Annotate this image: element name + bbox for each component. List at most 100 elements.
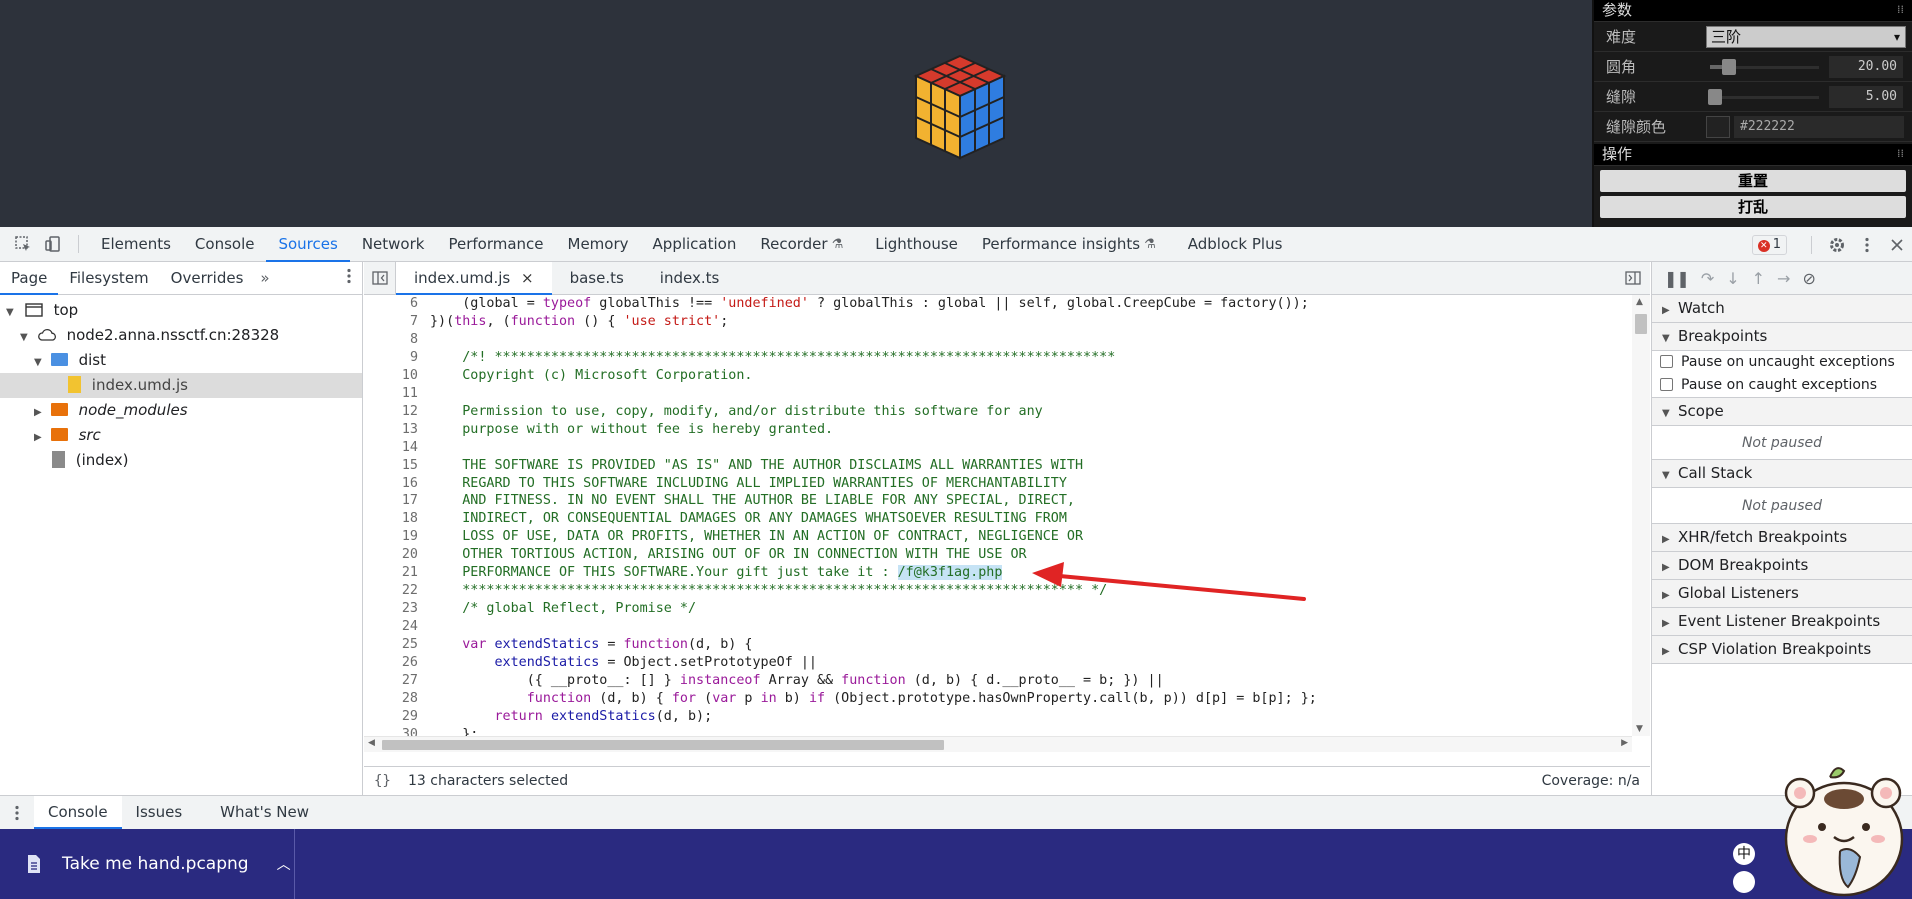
code-line[interactable]: THE SOFTWARE IS PROVIDED "AS IS" AND THE…: [430, 458, 1083, 473]
code-line[interactable]: PERFORMANCE OF THIS SOFTWARE.Your gift j…: [430, 565, 1003, 581]
section-breakpoints[interactable]: ▼ Breakpoints: [1652, 323, 1912, 351]
gap-input[interactable]: 5.00: [1829, 85, 1903, 108]
tray-mascot-icon[interactable]: [1733, 871, 1755, 893]
devtools-tab-sources[interactable]: Sources: [266, 227, 350, 262]
line-number[interactable]: 23: [364, 601, 418, 616]
download-item[interactable]: Take me hand.pcapng ︿: [0, 829, 295, 899]
expand-triangle-icon[interactable]: ▶: [34, 425, 46, 450]
line-number[interactable]: 7: [364, 314, 418, 329]
difficulty-select[interactable]: 三阶: [1706, 25, 1906, 48]
code-line[interactable]: Permission to use, copy, modify, and/or …: [430, 404, 1042, 419]
line-number[interactable]: 28: [364, 691, 418, 706]
drawer-tab-issues[interactable]: Issues: [122, 796, 197, 829]
settings-gear-icon[interactable]: [1822, 230, 1852, 260]
devtools-tab-network[interactable]: Network: [350, 227, 437, 262]
code-line[interactable]: purpose with or without fee is hereby gr…: [430, 422, 833, 437]
toggle-debugger-icon[interactable]: [1616, 262, 1650, 295]
devtools-tab-elements[interactable]: Elements: [89, 227, 183, 262]
tab-page[interactable]: Page: [0, 262, 59, 295]
code-line[interactable]: ({ __proto__: [] } instanceof Array && f…: [430, 673, 1164, 688]
devtools-tab-console[interactable]: Console: [183, 227, 267, 262]
tree-item-domain[interactable]: ▼ node2.anna.nssctf.cn:28328: [0, 323, 362, 348]
pause-caught-checkbox[interactable]: Pause on caught exceptions: [1652, 374, 1912, 398]
line-number[interactable]: 8: [364, 332, 418, 347]
line-number[interactable]: 22: [364, 583, 418, 598]
line-number[interactable]: 21: [364, 565, 418, 580]
line-number[interactable]: 29: [364, 709, 418, 724]
navigator-menu-icon[interactable]: [346, 268, 352, 288]
pause-icon[interactable]: ❚❚: [1664, 269, 1690, 288]
code-line[interactable]: (global = typeof globalThis !== 'undefin…: [430, 296, 1309, 311]
gap-color-swatch[interactable]: [1706, 115, 1730, 138]
code-line[interactable]: INDIRECT, OR CONSEQUENTIAL DAMAGES OR AN…: [430, 511, 1067, 526]
drawer-menu-icon[interactable]: [0, 805, 34, 821]
line-number[interactable]: 30: [364, 727, 418, 736]
gap-slider[interactable]: [1706, 87, 1823, 107]
ime-indicator[interactable]: 中: [1733, 843, 1755, 865]
gap-color-input[interactable]: #222222: [1734, 115, 1904, 138]
section-watch[interactable]: ▶ Watch: [1652, 295, 1912, 323]
expand-triangle-icon[interactable]: ▼: [34, 350, 46, 375]
line-number[interactable]: 25: [364, 637, 418, 652]
checkbox-box[interactable]: [1660, 378, 1673, 391]
code-line[interactable]: /*! ************************************…: [430, 350, 1115, 365]
devtools-tab-performance-insights[interactable]: Performance insights: [970, 227, 1154, 262]
line-number[interactable]: 15: [364, 458, 418, 473]
step-out-icon[interactable]: ↑: [1752, 269, 1765, 288]
device-toolbar-icon[interactable]: [38, 229, 68, 259]
code-area[interactable]: 6 (global = typeof globalThis !== 'undef…: [364, 295, 1632, 736]
code-line[interactable]: Copyright (c) Microsoft Corporation.: [430, 368, 752, 383]
line-number[interactable]: 11: [364, 386, 418, 401]
line-number[interactable]: 19: [364, 529, 418, 544]
pretty-print-icon[interactable]: {}: [374, 767, 391, 796]
step-over-icon[interactable]: ↷: [1701, 269, 1714, 288]
code-line[interactable]: LOSS OF USE, DATA OR PROFITS, WHETHER IN…: [430, 529, 1083, 544]
toggle-navigator-icon[interactable]: [364, 261, 396, 295]
horizontal-scroll-thumb[interactable]: [382, 740, 944, 750]
devtools-tab-recorder[interactable]: Recorder: [748, 227, 841, 262]
section-global-listeners[interactable]: ▶ Global Listeners: [1652, 580, 1912, 608]
tree-item-src[interactable]: ▶ src: [0, 423, 362, 448]
expand-triangle-icon[interactable]: ▶: [34, 400, 46, 425]
collapse-icon[interactable]: ⁞⁞: [1897, 0, 1904, 20]
line-number[interactable]: 26: [364, 655, 418, 670]
line-number[interactable]: 12: [364, 404, 418, 419]
vertical-scrollbar[interactable]: ▲ ▼: [1632, 295, 1650, 736]
inspect-element-icon[interactable]: [8, 229, 38, 259]
shuffle-button[interactable]: 打乱: [1600, 196, 1906, 218]
tab-filesystem[interactable]: Filesystem: [58, 262, 159, 295]
line-number[interactable]: 16: [364, 476, 418, 491]
code-line[interactable]: };: [430, 727, 478, 736]
radius-slider[interactable]: [1706, 57, 1823, 77]
line-number[interactable]: 17: [364, 493, 418, 508]
code-line[interactable]: REGARD TO THIS SOFTWARE INCLUDING ALL IM…: [430, 476, 1067, 491]
gui-section-params[interactable]: 参数 ⁞⁞: [1594, 0, 1912, 22]
code-line[interactable]: extendStatics = Object.setPrototypeOf ||: [430, 655, 817, 670]
tree-item-index-umd-js[interactable]: index.umd.js: [0, 373, 362, 398]
code-line[interactable]: OTHER TORTIOUS ACTION, ARISING OUT OF OR…: [430, 547, 1026, 562]
collapse-icon[interactable]: ⁞⁞: [1897, 144, 1904, 164]
vertical-scroll-thumb[interactable]: [1635, 314, 1647, 334]
tree-item-top[interactable]: ▼ top: [0, 298, 362, 323]
rubiks-cube-canvas[interactable]: [900, 50, 1020, 170]
line-number[interactable]: 10: [364, 368, 418, 383]
more-tabs-chevron-icon[interactable]: »: [254, 262, 275, 295]
line-number[interactable]: 9: [364, 350, 418, 365]
line-number[interactable]: 6: [364, 296, 418, 311]
step-into-icon[interactable]: ↓: [1726, 269, 1739, 288]
section-call-stack[interactable]: ▼ Call Stack: [1652, 460, 1912, 488]
code-line[interactable]: AND FITNESS. IN NO EVENT SHALL THE AUTHO…: [430, 493, 1075, 508]
code-line[interactable]: ****************************************…: [430, 583, 1107, 598]
section-csp-violation-breakpoints[interactable]: ▶ CSP Violation Breakpoints: [1652, 636, 1912, 664]
more-options-icon[interactable]: [1852, 230, 1882, 260]
devtools-tab-lighthouse[interactable]: Lighthouse: [863, 227, 970, 262]
expand-triangle-icon[interactable]: ▼: [20, 325, 32, 350]
scroll-right-arrow-icon[interactable]: ▶: [1621, 738, 1628, 748]
code-line[interactable]: function (d, b) { for (var p in b) if (O…: [430, 691, 1317, 706]
radius-input[interactable]: 20.00: [1829, 55, 1903, 78]
checkbox-box[interactable]: [1660, 355, 1673, 368]
section-xhr-breakpoints[interactable]: ▶ XHR/fetch Breakpoints: [1652, 524, 1912, 552]
drawer-tab-whats-new[interactable]: What's New: [206, 796, 323, 829]
tree-item-index[interactable]: (index): [0, 448, 362, 473]
devtools-tab-performance[interactable]: Performance: [436, 227, 555, 262]
